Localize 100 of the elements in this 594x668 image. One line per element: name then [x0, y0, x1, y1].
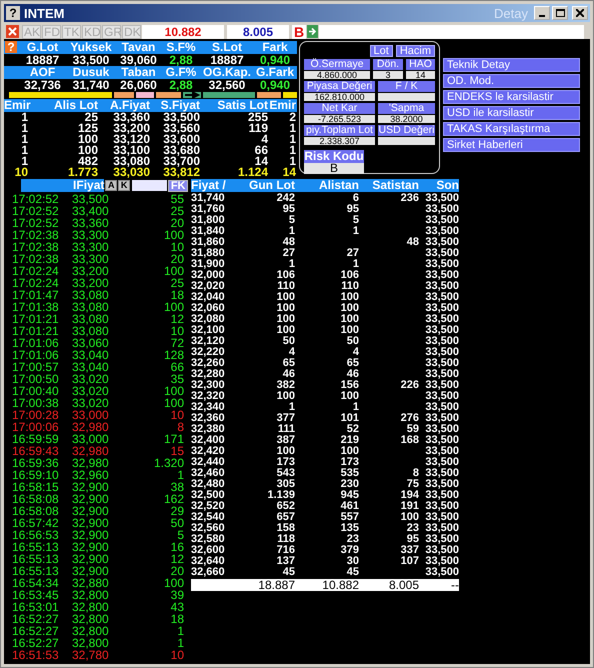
buy-total-field: 10.882 [142, 24, 224, 38]
trade-price: 33,200 [72, 265, 110, 277]
field-label: Dön. [373, 59, 403, 70]
trade-price: 33,300 [72, 253, 110, 265]
table-cell: 33,500 [425, 467, 459, 479]
trade-price: 33,060 [72, 337, 110, 349]
panel-button[interactable]: Lot [370, 45, 393, 57]
table-cell-text: 14 [282, 167, 296, 178]
table-cell: 33,500 [425, 335, 459, 347]
table-cell: 4 [288, 346, 295, 358]
table-cell: 110 [341, 280, 359, 292]
table-cell: 32,060 [191, 302, 225, 314]
trade-lot: 8 [176, 421, 184, 433]
total-cell: 10.882 [322, 578, 359, 592]
table-cell: 5 [288, 214, 295, 226]
table-cell-text: 100 [76, 134, 98, 145]
table-cell: 33,500 [425, 456, 459, 468]
table-cell: 230 [340, 478, 359, 490]
stat-value: 31,740 [72, 79, 110, 91]
table-cell: 32,300 [191, 379, 225, 391]
trade-time: 16:59:36 [12, 457, 60, 469]
menu-item[interactable]: ENDEKS le karsilastir [443, 90, 580, 104]
table-cell-text: 33,080 [112, 156, 150, 167]
table-cell: 158 [276, 522, 295, 534]
menu-item[interactable]: TAKAS Karşılaştırma [443, 122, 580, 136]
table-cell: 33,500 [425, 489, 459, 501]
table-cell: 6 [352, 192, 359, 204]
menu-item[interactable]: OD. Mod. [443, 74, 580, 88]
table-cell: 387 [276, 434, 295, 446]
trade-price: 32,800 [72, 625, 110, 637]
menu-item[interactable]: Sirket Haberleri [443, 138, 580, 152]
column-header: Son [435, 179, 459, 192]
field-label: F / K [378, 81, 435, 92]
table-cell-text: 33,812 [162, 167, 200, 178]
panel-button[interactable]: Hacim [396, 45, 435, 57]
table-cell-text: 14 [254, 156, 268, 167]
value-field: 162.810.000 [304, 93, 375, 101]
table-cell-text: 255 [246, 112, 268, 123]
table-cell: 32,640 [191, 555, 225, 567]
table-cell: 30 [346, 555, 359, 567]
stat-label: Tavan [120, 41, 156, 54]
help-icon[interactable]: ? [5, 41, 17, 53]
trade-lot: 20 [170, 253, 184, 265]
trade-lot: 10 [170, 241, 184, 253]
table-cell: 1 [288, 401, 295, 413]
trade-lot: 100 [162, 385, 184, 397]
table-cell: 1 [352, 258, 359, 270]
table-cell-text: 33,360 [113, 112, 150, 123]
table-cell: 5 [352, 214, 359, 226]
trade-lot: 162 [162, 493, 184, 505]
help-icon[interactable]: ? [6, 6, 20, 20]
column-header: Satis Lot [216, 99, 268, 112]
table-cell: 242 [276, 192, 295, 204]
stat-value: 32,736 [23, 79, 62, 91]
table-cell: 191 [400, 500, 419, 512]
trade-price: 32,960 [72, 469, 110, 481]
table-cell: 33,500 [425, 280, 459, 292]
trade-price: 32,900 [72, 529, 110, 541]
table-cell: 32,660 [191, 566, 225, 578]
table-cell: 100 [340, 302, 359, 314]
trade-lot: 171 [162, 433, 184, 445]
sort-button[interactable]: A [105, 180, 118, 191]
trade-lot: 55 [170, 193, 184, 205]
minimize-button[interactable] [534, 6, 550, 20]
menu-item[interactable]: USD ile karsilastir [443, 106, 580, 120]
arrow-icon[interactable] [307, 25, 318, 38]
table-cell: 31,840 [191, 225, 225, 237]
trade-price: 33,200 [72, 277, 110, 289]
field-label: Risk Kodu [304, 150, 364, 163]
table-cell: 107 [400, 555, 419, 567]
menu-item[interactable]: Teknik Detay [443, 58, 580, 72]
table-cell: 33,500 [425, 412, 459, 424]
sort-button[interactable]: K [118, 180, 130, 191]
close-button[interactable] [572, 6, 588, 20]
table-cell: 45 [346, 566, 359, 578]
table-cell: 33,500 [425, 566, 459, 578]
input-field[interactable] [319, 24, 584, 38]
field-label: 'Sapma [378, 103, 435, 114]
filter-button[interactable]: FK [168, 180, 188, 192]
trade-lot: 100 [162, 229, 184, 241]
trade-time: 17:01:47 [12, 289, 60, 301]
trade-lot: 10 [170, 649, 184, 661]
table-cell: 65 [282, 357, 295, 369]
stat-value: 18887 [209, 54, 245, 66]
stat-value: 0,940 [258, 79, 292, 91]
table-cell-text: 33,700 [162, 156, 200, 167]
table-cell: 100 [276, 313, 295, 325]
close-icon[interactable] [6, 25, 19, 38]
table-cell: 32,040 [191, 291, 225, 303]
maximize-button[interactable] [552, 6, 568, 20]
trade-time: 16:59:10 [12, 469, 60, 481]
stat-value: 26,060 [119, 79, 158, 91]
column-header: Alistan [318, 179, 359, 192]
value-field: B [304, 163, 364, 174]
table-cell: 32,520 [191, 500, 225, 512]
filter-field[interactable] [132, 180, 168, 191]
trade-price: 33,080 [72, 301, 110, 313]
table-cell: 33,500 [425, 500, 459, 512]
trade-price: 33,400 [72, 205, 110, 217]
table-cell: 31,860 [191, 236, 225, 248]
